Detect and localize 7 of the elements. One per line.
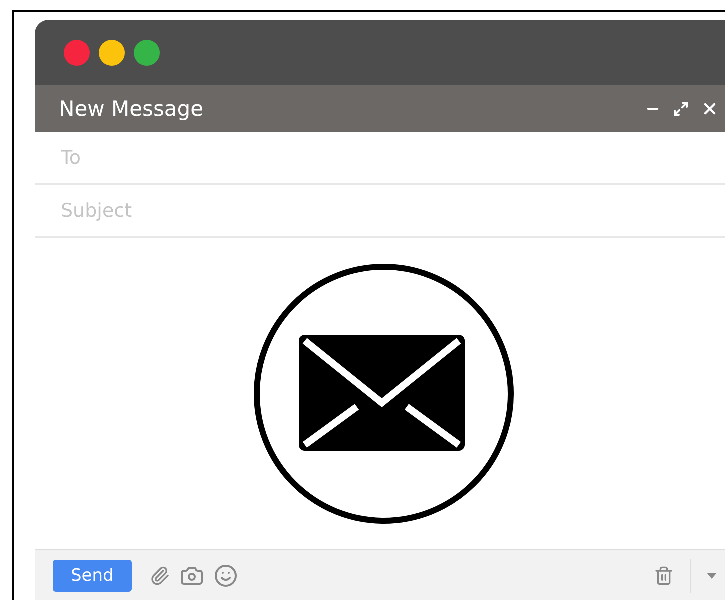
window-control-dot[interactable] xyxy=(99,40,125,66)
window-control-dot[interactable] xyxy=(134,40,160,66)
caret-icon[interactable] xyxy=(705,573,719,579)
expand-icon[interactable] xyxy=(673,100,689,116)
window-title: New Message xyxy=(59,96,205,120)
window-control-dot[interactable] xyxy=(64,40,90,66)
send-button[interactable]: Send xyxy=(53,560,132,592)
